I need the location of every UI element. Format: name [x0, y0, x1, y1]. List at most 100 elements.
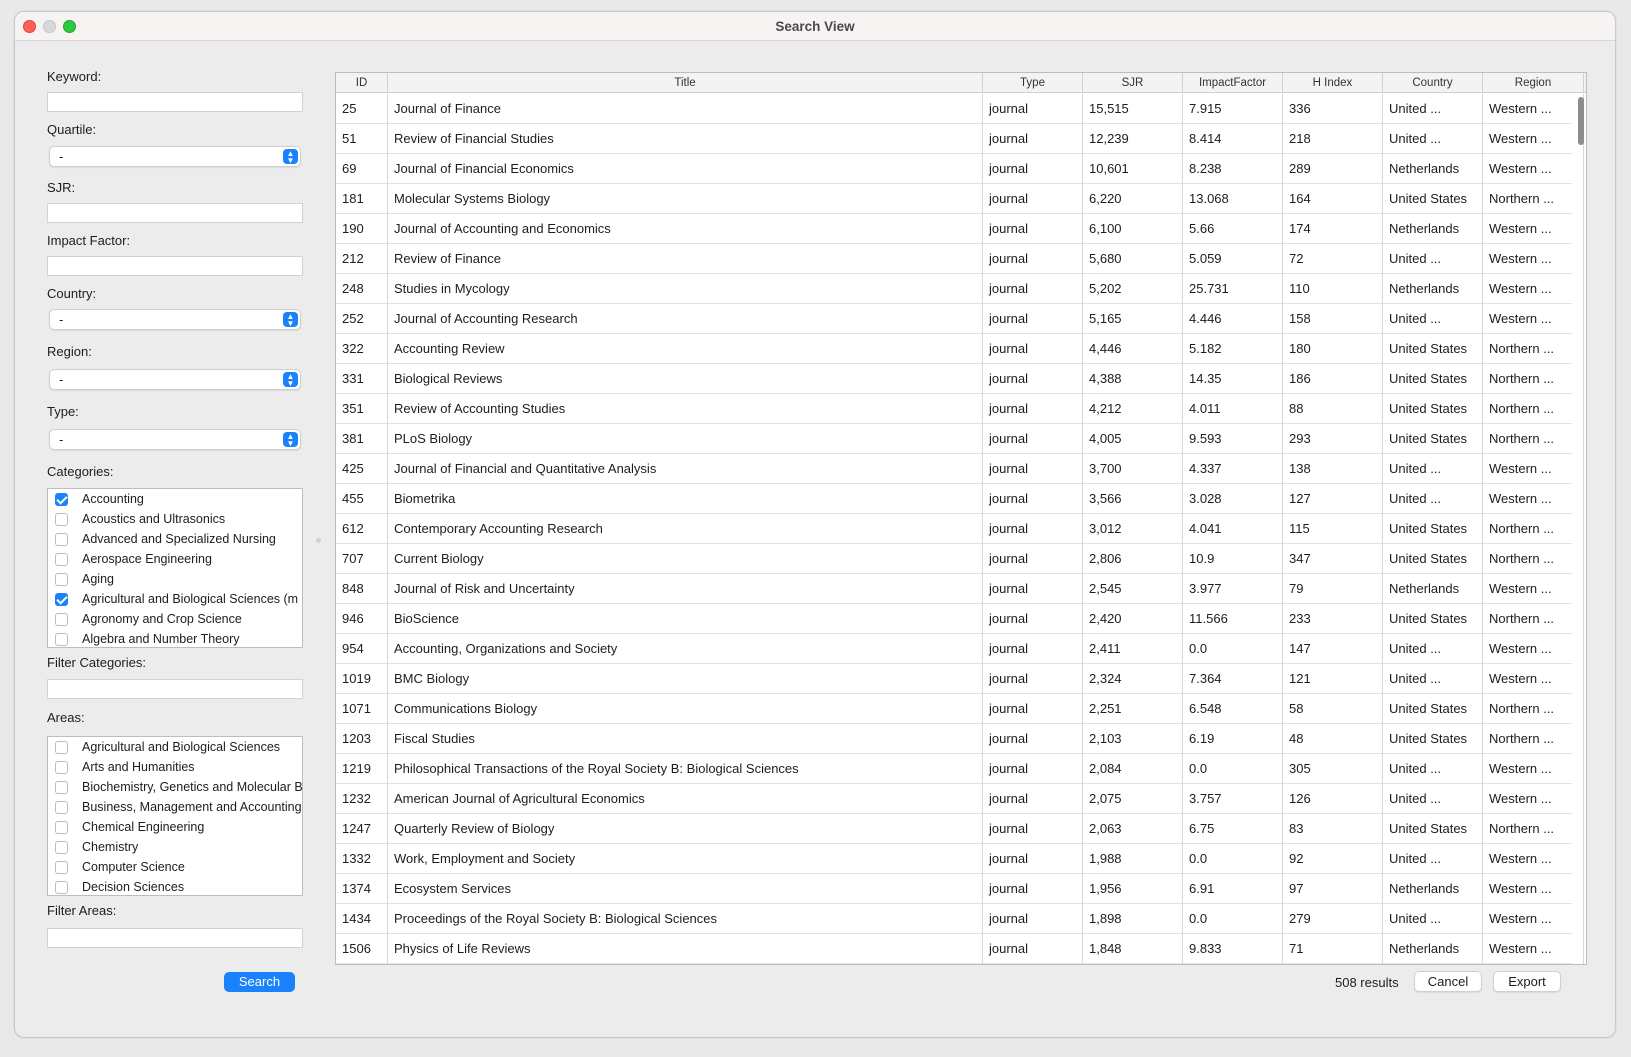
- category-item[interactable]: Agricultural and Biological Sciences (m: [48, 589, 302, 609]
- table-row[interactable]: 248 Studies in Mycology journal 5,202 25.731…: [336, 274, 1584, 304]
- area-item[interactable]: Chemical Engineering: [48, 817, 302, 837]
- area-item[interactable]: Business, Management and Accounting: [48, 797, 302, 817]
- table-row[interactable]: 190 Journal of Accounting and Economics jo…: [336, 214, 1584, 244]
- checkbox[interactable]: [55, 513, 68, 526]
- table-cell: journal: [983, 304, 1083, 334]
- column-header[interactable]: H Index: [1283, 73, 1383, 93]
- checkbox[interactable]: [55, 761, 68, 774]
- table-row[interactable]: 1374 Ecosystem Services journal 1,956 6.91 97…: [336, 874, 1584, 904]
- table-row[interactable]: 252 Journal of Accounting Research journal…: [336, 304, 1584, 334]
- column-header[interactable]: ImpactFactor: [1183, 73, 1283, 93]
- checkbox[interactable]: [55, 861, 68, 874]
- impact-factor-input[interactable]: [47, 256, 303, 276]
- table-row[interactable]: 425 Journal of Financial and Quantitative…: [336, 454, 1584, 484]
- checkbox[interactable]: [55, 573, 68, 586]
- area-item[interactable]: Biochemistry, Genetics and Molecular B: [48, 777, 302, 797]
- category-item[interactable]: Algebra and Number Theory: [48, 629, 302, 647]
- search-button[interactable]: Search: [224, 972, 295, 992]
- table-cell: 180: [1283, 334, 1383, 364]
- column-header[interactable]: Region: [1483, 73, 1584, 93]
- table-row[interactable]: 381 PLoS Biology journal 4,005 9.593 293 Unite…: [336, 424, 1584, 454]
- keyword-input[interactable]: [47, 92, 303, 112]
- table-row[interactable]: 25 Journal of Finance journal 15,515 7.915 33…: [336, 94, 1584, 124]
- table-row[interactable]: 1506 Physics of Life Reviews journal 1,848 9…: [336, 934, 1584, 964]
- table-cell: 1219: [336, 754, 388, 784]
- column-header[interactable]: Title: [388, 73, 983, 93]
- title-bar: Search View: [15, 12, 1615, 41]
- table-cell: Communications Biology: [388, 694, 983, 724]
- region-select[interactable]: - ▲ ▼: [49, 369, 301, 390]
- export-button[interactable]: Export: [1493, 971, 1561, 992]
- column-header[interactable]: Type: [983, 73, 1083, 93]
- area-item[interactable]: Arts and Humanities: [48, 757, 302, 777]
- checkbox[interactable]: [55, 493, 68, 506]
- checkbox[interactable]: [55, 533, 68, 546]
- areas-list[interactable]: Agricultural and Biological Sciences Arts…: [47, 736, 303, 896]
- checkbox[interactable]: [55, 841, 68, 854]
- split-handle[interactable]: [316, 538, 321, 543]
- category-item[interactable]: Advanced and Specialized Nursing: [48, 529, 302, 549]
- sjr-input[interactable]: [47, 203, 303, 223]
- area-item[interactable]: Computer Science: [48, 857, 302, 877]
- table-cell: Northern ...: [1483, 394, 1584, 424]
- column-header[interactable]: Country: [1383, 73, 1483, 93]
- checkbox[interactable]: [55, 881, 68, 894]
- table-row[interactable]: 1332 Work, Employment and Society journal 1…: [336, 844, 1584, 874]
- checkbox[interactable]: [55, 633, 68, 646]
- area-item[interactable]: Decision Sciences: [48, 877, 302, 895]
- table-row[interactable]: 69 Journal of Financial Economics journal 1…: [336, 154, 1584, 184]
- table-cell: 248: [336, 274, 388, 304]
- table-cell: 2,075: [1083, 784, 1183, 814]
- table-row[interactable]: 1019 BMC Biology journal 2,324 7.364 121 Unite…: [336, 664, 1584, 694]
- type-select[interactable]: - ▲ ▼: [49, 429, 301, 450]
- categories-list[interactable]: Accounting Acoustics and Ultrasonics Advan…: [47, 488, 303, 648]
- table-cell: United ...: [1383, 754, 1483, 784]
- table-row[interactable]: 707 Current Biology journal 2,806 10.9 347 Uni…: [336, 544, 1584, 574]
- table-row[interactable]: 954 Accounting, Organizations and Society…: [336, 634, 1584, 664]
- checkbox[interactable]: [55, 553, 68, 566]
- category-item[interactable]: Accounting: [48, 489, 302, 509]
- table-row[interactable]: 612 Contemporary Accounting Research journ…: [336, 514, 1584, 544]
- quartile-select[interactable]: - ▲ ▼: [49, 146, 301, 167]
- table-row[interactable]: 331 Biological Reviews journal 4,388 14.35 18…: [336, 364, 1584, 394]
- area-item[interactable]: Chemistry: [48, 837, 302, 857]
- column-header[interactable]: ID: [336, 73, 388, 93]
- country-select[interactable]: - ▲ ▼: [49, 309, 301, 330]
- table-row[interactable]: 848 Journal of Risk and Uncertainty journa…: [336, 574, 1584, 604]
- table-row[interactable]: 455 Biometrika journal 3,566 3.028 127 United …: [336, 484, 1584, 514]
- table-row[interactable]: 1232 American Journal of Agricultural Eco…: [336, 784, 1584, 814]
- category-item[interactable]: Acoustics and Ultrasonics: [48, 509, 302, 529]
- table-row[interactable]: 351 Review of Accounting Studies journal 4,…: [336, 394, 1584, 424]
- category-item[interactable]: Aerospace Engineering: [48, 549, 302, 569]
- checkbox[interactable]: [55, 821, 68, 834]
- area-item[interactable]: Agricultural and Biological Sciences: [48, 737, 302, 757]
- checkbox[interactable]: [55, 593, 68, 606]
- cancel-button[interactable]: Cancel: [1414, 971, 1482, 992]
- table-cell: 2,103: [1083, 724, 1183, 754]
- filter-categories-input[interactable]: [47, 679, 303, 699]
- table-row[interactable]: 1071 Communications Biology journal 2,251 6.…: [336, 694, 1584, 724]
- table-row[interactable]: 1434 Proceedings of the Royal Society B: …: [336, 904, 1584, 934]
- checkbox[interactable]: [55, 781, 68, 794]
- category-item[interactable]: Aging: [48, 569, 302, 589]
- table-row[interactable]: 946 BioScience journal 2,420 11.566 233 United…: [336, 604, 1584, 634]
- table-cell: 138: [1283, 454, 1383, 484]
- table-row[interactable]: 181 Molecular Systems Biology journal 6,220…: [336, 184, 1584, 214]
- table-cell: 0.0: [1183, 634, 1283, 664]
- table-row[interactable]: 1219 Philosophical Transactions of the Ro…: [336, 754, 1584, 784]
- table-cell: United ...: [1383, 244, 1483, 274]
- column-header[interactable]: SJR: [1083, 73, 1183, 93]
- table-cell: 2,411: [1083, 634, 1183, 664]
- filter-areas-input[interactable]: [47, 928, 303, 948]
- table-row[interactable]: 322 Accounting Review journal 4,446 5.182 180…: [336, 334, 1584, 364]
- checkbox[interactable]: [55, 801, 68, 814]
- table-row[interactable]: 1203 Fiscal Studies journal 2,103 6.19 48 Unit…: [336, 724, 1584, 754]
- table-row[interactable]: 1247 Quarterly Review of Biology journal 2,…: [336, 814, 1584, 844]
- table-scrollbar[interactable]: [1578, 97, 1584, 145]
- table-row[interactable]: 51 Review of Financial Studies journal 12,2…: [336, 124, 1584, 154]
- category-item[interactable]: Agronomy and Crop Science: [48, 609, 302, 629]
- table-cell: Netherlands: [1383, 274, 1483, 304]
- checkbox[interactable]: [55, 741, 68, 754]
- checkbox[interactable]: [55, 613, 68, 626]
- table-row[interactable]: 212 Review of Finance journal 5,680 5.059 72 U…: [336, 244, 1584, 274]
